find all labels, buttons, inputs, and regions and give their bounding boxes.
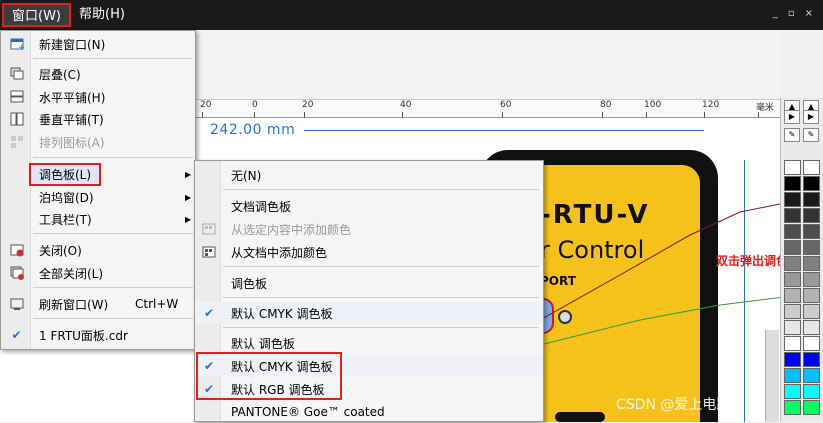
- color-swatch[interactable]: [784, 304, 801, 319]
- svg-text:+: +: [18, 43, 24, 51]
- color-palette-strip[interactable]: ▲ ▲ ▶ ▶ ✎ ✎: [780, 98, 823, 422]
- color-swatch[interactable]: [803, 352, 820, 367]
- eyedropper-icon[interactable]: ✎: [784, 128, 800, 142]
- menu-separator: [33, 58, 193, 59]
- highlight-box: [196, 352, 342, 400]
- vertical-scrollbar[interactable]: [765, 330, 779, 422]
- submenu-item-default-palette[interactable]: 默认 调色板: [195, 332, 543, 354]
- color-swatch[interactable]: [784, 384, 801, 399]
- submenu-item-none[interactable]: 无(N): [195, 164, 543, 186]
- color-swatch[interactable]: [803, 224, 820, 239]
- color-swatch[interactable]: [784, 272, 801, 287]
- new-window-icon: +: [9, 37, 24, 52]
- color-swatch[interactable]: [784, 192, 801, 207]
- refresh-window-icon: [9, 297, 24, 312]
- close-window-icon: [9, 243, 24, 258]
- color-swatch[interactable]: [803, 400, 820, 415]
- menu-separator: [223, 327, 539, 328]
- color-swatch[interactable]: [784, 176, 801, 191]
- submenu-arrow-icon: ▶: [185, 169, 192, 179]
- shortcut-text: Ctrl+W: [135, 297, 179, 311]
- menu-item-open-document[interactable]: ✔ 1 FRTU面板.cdr: [1, 324, 195, 346]
- color-swatch[interactable]: [803, 160, 820, 175]
- color-swatch[interactable]: [803, 256, 820, 271]
- menu-separator: [33, 157, 193, 158]
- tile-horizontal-icon: [9, 90, 24, 105]
- color-swatch[interactable]: [803, 368, 820, 383]
- submenu-item-pantone[interactable]: PANTONE® Goe™ coated: [195, 401, 543, 423]
- tile-vertical-icon: [9, 112, 24, 127]
- submenu-item-default-cmyk[interactable]: ✔ 默认 CMYK 调色板: [195, 302, 543, 324]
- eyedropper-icon[interactable]: ✎: [803, 128, 819, 142]
- color-swatch[interactable]: [803, 272, 820, 287]
- menu-item-tile-vertical[interactable]: 垂直平铺(T): [1, 108, 195, 130]
- color-swatch[interactable]: [784, 320, 801, 335]
- menu-separator: [223, 297, 539, 298]
- menu-separator: [33, 287, 193, 288]
- color-swatch[interactable]: [803, 320, 820, 335]
- menu-item-close[interactable]: 关闭(O): [1, 239, 195, 261]
- submenu-item-add-from-selection[interactable]: 从选定内容中添加颜色: [195, 218, 543, 240]
- submenu-arrow-icon: ▶: [185, 192, 192, 202]
- color-swatch[interactable]: [803, 336, 820, 351]
- arrange-icons-icon: [9, 135, 24, 150]
- palette-add-icon: [201, 244, 217, 260]
- menu-item-dockers[interactable]: 泊坞窗(D) ▶: [1, 186, 195, 208]
- color-swatch[interactable]: [803, 208, 820, 223]
- color-swatch[interactable]: [784, 400, 801, 415]
- color-swatch[interactable]: [803, 176, 820, 191]
- close-all-icon: [9, 266, 24, 281]
- color-swatch[interactable]: [803, 288, 820, 303]
- submenu-arrow-icon: ▶: [185, 214, 192, 224]
- submenu-item-document-palette[interactable]: 文档调色板: [195, 195, 543, 217]
- palette-menu-button[interactable]: ▶: [784, 110, 800, 124]
- window-menu-dropdown: + 新建窗口(N) 层叠(C) 水平平铺(H) 垂直平铺(T) 排列图标(A) …: [0, 30, 196, 350]
- color-swatch[interactable]: [803, 240, 820, 255]
- submenu-item-add-from-document[interactable]: 从文档中添加颜色: [195, 241, 543, 263]
- submenu-item-palette[interactable]: 调色板: [195, 272, 543, 294]
- menu-item-new-window[interactable]: + 新建窗口(N): [1, 33, 195, 55]
- menu-item-cascade[interactable]: 层叠(C): [1, 63, 195, 85]
- color-swatch[interactable]: [784, 352, 801, 367]
- color-swatch[interactable]: [784, 336, 801, 351]
- watermark-text: CSDN @爱上电路设计: [616, 397, 759, 413]
- menu-item-toolbars[interactable]: 工具栏(T) ▶: [1, 208, 195, 230]
- menu-item-close-all[interactable]: 全部关闭(L): [1, 262, 195, 284]
- color-swatch[interactable]: [784, 240, 801, 255]
- color-swatch[interactable]: [803, 192, 820, 207]
- color-swatch[interactable]: [803, 304, 820, 319]
- color-swatch[interactable]: [803, 384, 820, 399]
- check-icon: ✔: [203, 306, 215, 320]
- menu-item-tile-horizontal[interactable]: 水平平铺(H): [1, 86, 195, 108]
- menu-separator: [33, 233, 193, 234]
- color-swatch[interactable]: [784, 288, 801, 303]
- color-swatch[interactable]: [784, 224, 801, 239]
- check-icon: ✔: [11, 328, 22, 342]
- color-swatch[interactable]: [784, 256, 801, 271]
- palette-menu-button[interactable]: ▶: [803, 110, 819, 124]
- menu-separator: [223, 189, 539, 190]
- palette-add-icon: [201, 221, 217, 237]
- menu-item-palette[interactable]: 调色板(L) ▶: [1, 162, 195, 186]
- menu-item-refresh-window[interactable]: 刷新窗口(W) Ctrl+W: [1, 293, 195, 315]
- menu-item-arrange-icons[interactable]: 排列图标(A): [1, 131, 195, 153]
- cascade-icon: [9, 67, 24, 82]
- color-swatch[interactable]: [784, 368, 801, 383]
- menu-separator: [33, 318, 193, 319]
- menu-separator: [223, 266, 539, 267]
- color-swatch[interactable]: [784, 160, 801, 175]
- color-swatch[interactable]: [784, 208, 801, 223]
